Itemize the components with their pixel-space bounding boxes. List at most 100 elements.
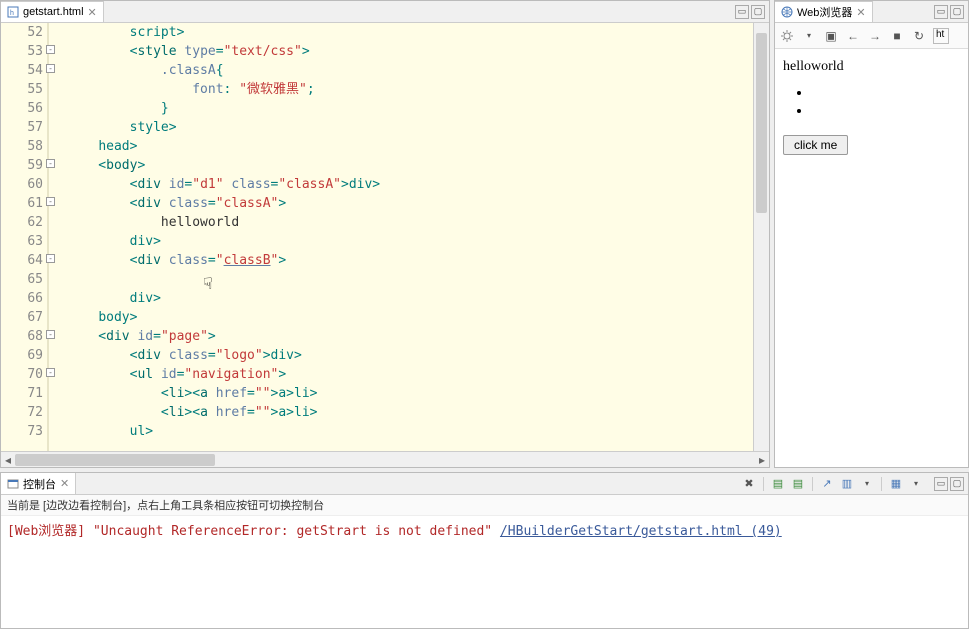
- page-text: helloworld: [783, 59, 960, 75]
- close-icon[interactable]: ✕: [856, 6, 865, 19]
- line-number: 56: [1, 99, 43, 118]
- dropdown-icon[interactable]: ▾: [908, 476, 924, 492]
- scroll-right-icon[interactable]: ▸: [755, 453, 769, 467]
- code-line[interactable]: <div class="logo">div>: [67, 346, 753, 365]
- export-icon[interactable]: ↗: [819, 476, 835, 492]
- url-input[interactable]: ht: [933, 28, 949, 44]
- close-icon[interactable]: ✕: [60, 477, 69, 490]
- line-number: 73: [1, 422, 43, 441]
- code-line[interactable]: <div class="classB">: [67, 251, 753, 270]
- line-number: 61-: [1, 194, 43, 213]
- console-tab[interactable]: 控制台 ✕: [1, 473, 76, 494]
- gear-icon[interactable]: [779, 28, 795, 44]
- code-line[interactable]: style>: [67, 118, 753, 137]
- line-number: 59-: [1, 156, 43, 175]
- scroll-left-icon[interactable]: ◂: [1, 453, 15, 467]
- line-number: 66: [1, 289, 43, 308]
- code-line[interactable]: <body>: [67, 156, 753, 175]
- html-file-icon: h: [7, 6, 19, 18]
- minimize-icon[interactable]: ▭: [934, 5, 948, 19]
- editor-window-controls: ▭ ▢: [735, 1, 769, 22]
- code-line[interactable]: [67, 270, 753, 289]
- line-number: 62: [1, 213, 43, 232]
- maximize-icon[interactable]: ▢: [950, 477, 964, 491]
- console-body[interactable]: [Web浏览器] "Uncaught ReferenceError: getSt…: [1, 516, 968, 628]
- browser-content: helloworld click me: [775, 49, 968, 165]
- line-number: 53-: [1, 42, 43, 61]
- editor-tab-label: getstart.html: [23, 6, 84, 18]
- code-line[interactable]: <style type="text/css">: [67, 42, 753, 61]
- line-number-gutter: 5253-54-5556575859-6061-626364-65666768-…: [1, 23, 49, 451]
- line-number: 54-: [1, 61, 43, 80]
- editor-tab-getstart[interactable]: h getstart.html ✕: [1, 1, 104, 22]
- list-item: [811, 85, 960, 103]
- browser-toolbar: ▾ ▣ ← → ■ ↻ ht: [775, 23, 968, 49]
- close-console-icon[interactable]: ✖: [741, 476, 757, 492]
- code-line[interactable]: div>: [67, 289, 753, 308]
- code-line[interactable]: .classA{: [67, 61, 753, 80]
- code-line[interactable]: ul>: [67, 422, 753, 441]
- refresh-icon[interactable]: ↻: [911, 28, 927, 44]
- svg-text:h: h: [10, 10, 14, 17]
- code-line[interactable]: div>: [67, 232, 753, 251]
- console-icon: [7, 478, 19, 490]
- page-list: [811, 85, 960, 121]
- line-number: 63: [1, 232, 43, 251]
- code-line[interactable]: head>: [67, 137, 753, 156]
- code-area[interactable]: script> <style type="text/css"> .classA{…: [49, 23, 753, 451]
- browser-tab-bar: Web浏览器 ✕ ▭ ▢: [775, 1, 968, 23]
- horizontal-scrollbar[interactable]: ◂ ▸: [1, 451, 769, 467]
- maximize-icon[interactable]: ▢: [751, 5, 765, 19]
- code-line[interactable]: helloworld: [67, 213, 753, 232]
- minimize-icon[interactable]: ▭: [934, 477, 948, 491]
- line-number: 55: [1, 80, 43, 99]
- vertical-scrollbar[interactable]: [753, 23, 769, 451]
- console-tab-bar: 控制台 ✕ ✖ ▤ ▤ ↗ ▥ ▾ ▦ ▾ ▭ ▢: [1, 473, 968, 495]
- minimize-icon[interactable]: ▭: [735, 5, 749, 19]
- tool-icon-3[interactable]: ▦: [888, 476, 904, 492]
- browser-window-controls: ▭ ▢: [934, 1, 968, 22]
- forward-icon[interactable]: →: [867, 28, 883, 44]
- code-line[interactable]: }: [67, 99, 753, 118]
- editor-body[interactable]: 5253-54-5556575859-6061-626364-65666768-…: [1, 23, 769, 451]
- code-line[interactable]: script>: [67, 23, 753, 42]
- new-window-icon[interactable]: ▣: [823, 28, 839, 44]
- code-line[interactable]: <div id="page">: [67, 327, 753, 346]
- console-window-controls: ▭ ▢: [934, 477, 964, 491]
- globe-icon: [781, 6, 793, 18]
- code-line[interactable]: <li><a href="">a>li>: [67, 384, 753, 403]
- list-item: [811, 103, 960, 121]
- back-icon[interactable]: ←: [845, 28, 861, 44]
- browser-tab-label: Web浏览器: [797, 4, 852, 20]
- line-number: 65: [1, 270, 43, 289]
- filter-icon[interactable]: ▥: [839, 476, 855, 492]
- editor-tab-bar: h getstart.html ✕ ▭ ▢: [1, 1, 769, 23]
- tool-icon-1[interactable]: ▤: [770, 476, 786, 492]
- tool-icon-2[interactable]: ▤: [790, 476, 806, 492]
- browser-tab[interactable]: Web浏览器 ✕: [775, 1, 873, 22]
- browser-pane: Web浏览器 ✕ ▭ ▢ ▾ ▣ ← → ■ ↻ ht helloworld: [774, 0, 969, 468]
- dropdown-icon[interactable]: ▾: [801, 28, 817, 44]
- code-line[interactable]: font: "微软雅黑";: [67, 80, 753, 99]
- code-line[interactable]: <li><a href="">a>li>: [67, 403, 753, 422]
- console-hint: 当前是 [边改边看控制台]，点右上角工具条相应按钮可切换控制台: [1, 495, 968, 516]
- line-number: 60: [1, 175, 43, 194]
- dropdown-icon[interactable]: ▾: [859, 476, 875, 492]
- line-number: 69: [1, 346, 43, 365]
- close-icon[interactable]: ✕: [88, 6, 97, 19]
- line-number: 72: [1, 403, 43, 422]
- stop-icon[interactable]: ■: [889, 28, 905, 44]
- code-line[interactable]: <ul id="navigation">: [67, 365, 753, 384]
- console-link[interactable]: /HBuilderGetStart/getstart.html (49): [500, 524, 782, 539]
- line-number: 68-: [1, 327, 43, 346]
- editor-pane: h getstart.html ✕ ▭ ▢ 5253-54-5556575859…: [0, 0, 770, 468]
- code-line[interactable]: <div id="d1" class="classA">div>: [67, 175, 753, 194]
- line-number: 52: [1, 23, 43, 42]
- code-line[interactable]: body>: [67, 308, 753, 327]
- code-line[interactable]: <div class="classA">: [67, 194, 753, 213]
- maximize-icon[interactable]: ▢: [950, 5, 964, 19]
- line-number: 71: [1, 384, 43, 403]
- click-me-button[interactable]: click me: [783, 135, 848, 155]
- console-source: [Web浏览器]: [7, 524, 85, 539]
- console-message-text: "Uncaught ReferenceError: getStrart is n…: [93, 524, 492, 539]
